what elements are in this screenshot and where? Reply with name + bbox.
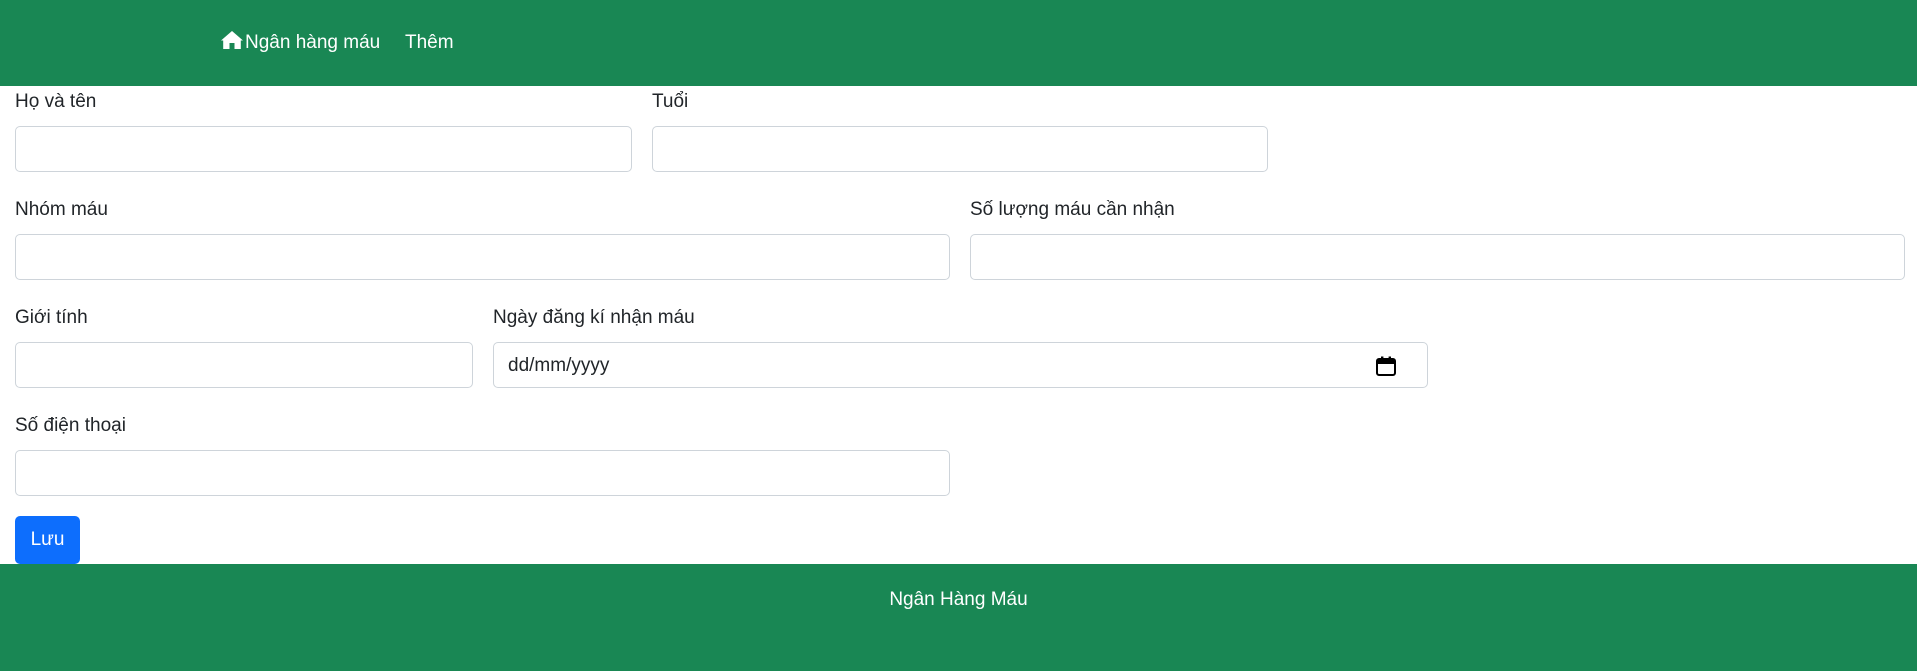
- nav-link-add[interactable]: Thêm: [405, 0, 454, 86]
- top-navbar: Ngân hàng máu Thêm: [0, 0, 1917, 86]
- blood-group-input[interactable]: [15, 234, 950, 280]
- footer: Ngân Hàng Máu: [0, 564, 1917, 671]
- calendar-icon[interactable]: [1375, 355, 1397, 377]
- register-date-label: Ngày đăng kí nhận máu: [493, 307, 695, 328]
- gender-label: Giới tính: [15, 307, 88, 328]
- register-date-input[interactable]: dd/mm/yyyy: [493, 342, 1428, 388]
- full-name-label: Họ và tên: [15, 91, 97, 112]
- phone-label: Số điện thoại: [15, 415, 126, 436]
- footer-text: Ngân Hàng Máu: [889, 589, 1028, 610]
- blood-group-label: Nhóm máu: [15, 199, 108, 220]
- register-date-placeholder: dd/mm/yyyy: [508, 355, 610, 376]
- blood-amount-input[interactable]: [970, 234, 1905, 280]
- full-name-input[interactable]: [15, 126, 632, 172]
- age-input[interactable]: [652, 126, 1268, 172]
- age-label: Tuổi: [652, 91, 689, 112]
- phone-input[interactable]: [15, 450, 950, 496]
- gender-input[interactable]: [15, 342, 473, 388]
- navbar-brand-label: Ngân hàng máu: [245, 32, 381, 53]
- navbar-brand-home-link[interactable]: Ngân hàng máu: [220, 0, 380, 86]
- save-button[interactable]: Lưu: [15, 516, 80, 564]
- blood-amount-label: Số lượng máu cần nhận: [970, 199, 1175, 220]
- home-icon: [220, 30, 245, 56]
